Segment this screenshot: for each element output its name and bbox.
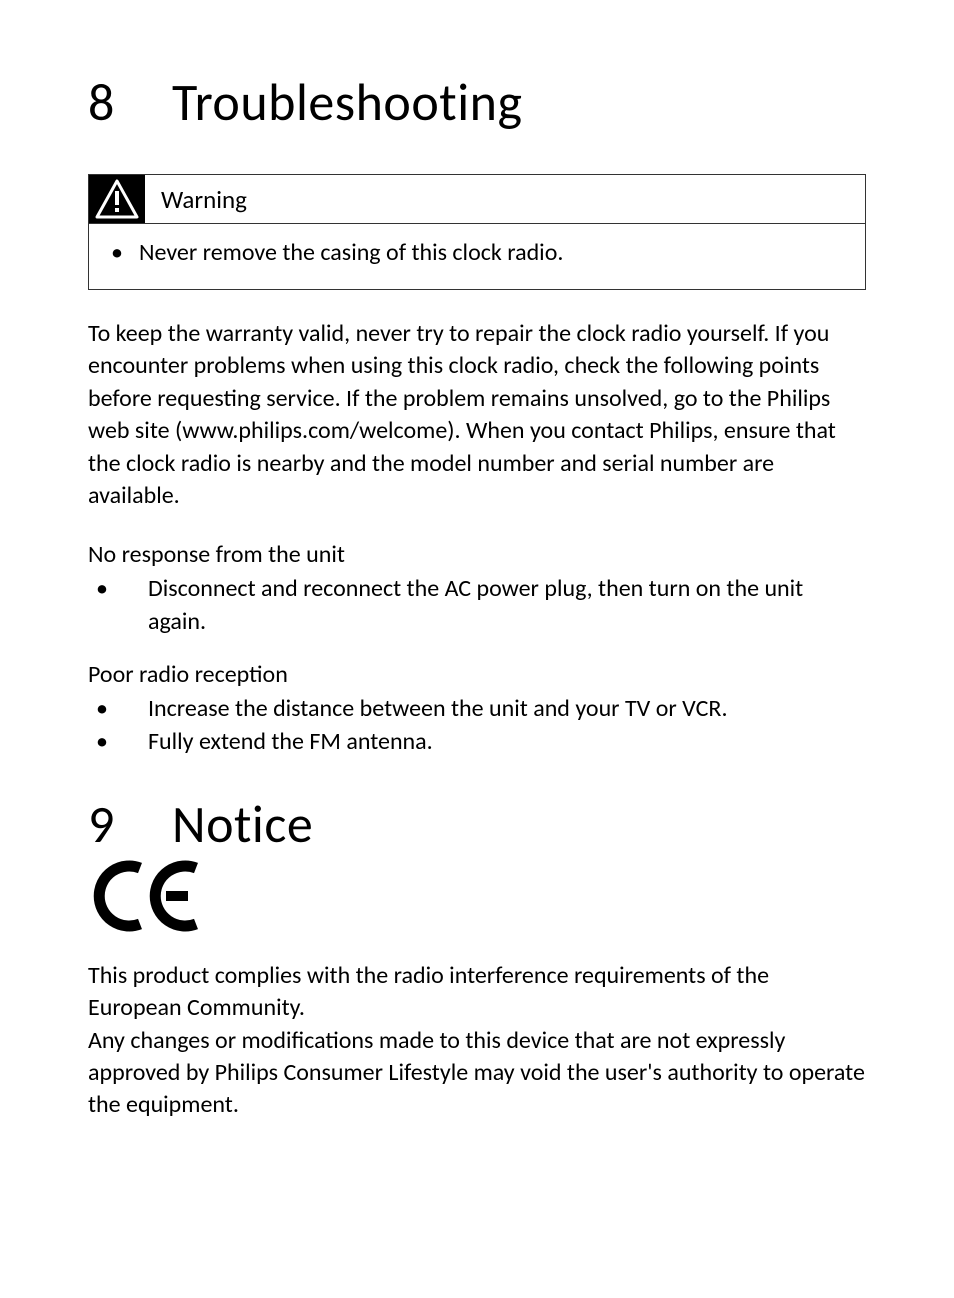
issue-list: Disconnect and reconnect the AC power pl… xyxy=(88,573,866,638)
section-9: 9Notice This product complies with the r… xyxy=(88,792,866,1122)
bullet-icon: • xyxy=(111,238,139,267)
warning-box: Warning • Never remove the casing of thi… xyxy=(88,174,866,290)
warning-body: • Never remove the casing of this clock … xyxy=(89,224,865,289)
warning-label: Warning xyxy=(161,184,247,215)
section-8-title: Troubleshooting xyxy=(172,70,522,134)
list-item: Increase the distance between the unit a… xyxy=(148,693,866,725)
issue-block: No response from the unit Disconnect and… xyxy=(88,540,866,638)
document-page: 8Troubleshooting Warning • Never remove … xyxy=(0,0,954,1298)
list-item: Fully extend the FM antenna. xyxy=(148,726,866,758)
issue-title: No response from the unit xyxy=(88,540,866,569)
issue-title: Poor radio reception xyxy=(88,660,866,689)
section-8-number: 8 xyxy=(88,70,172,134)
warning-icon xyxy=(89,175,145,223)
section-9-heading: 9Notice xyxy=(88,792,866,856)
section-8-heading: 8Troubleshooting xyxy=(88,70,866,134)
issue-list: Increase the distance between the unit a… xyxy=(88,693,866,758)
notice-paragraph: This product complies with the radio int… xyxy=(88,960,866,1025)
issue-block: Poor radio reception Increase the distan… xyxy=(88,660,866,758)
warning-item: Never remove the casing of this clock ra… xyxy=(139,238,563,267)
section-9-number: 9 xyxy=(88,792,172,856)
warning-header: Warning xyxy=(89,175,865,224)
list-item: Disconnect and reconnect the AC power pl… xyxy=(148,573,866,638)
notice-paragraph: Any changes or modifications made to thi… xyxy=(88,1025,866,1122)
section-9-title: Notice xyxy=(172,792,313,856)
ce-mark-icon xyxy=(86,860,206,932)
troubleshooting-intro: To keep the warranty valid, never try to… xyxy=(88,318,866,512)
notice-body: This product complies with the radio int… xyxy=(88,960,866,1122)
